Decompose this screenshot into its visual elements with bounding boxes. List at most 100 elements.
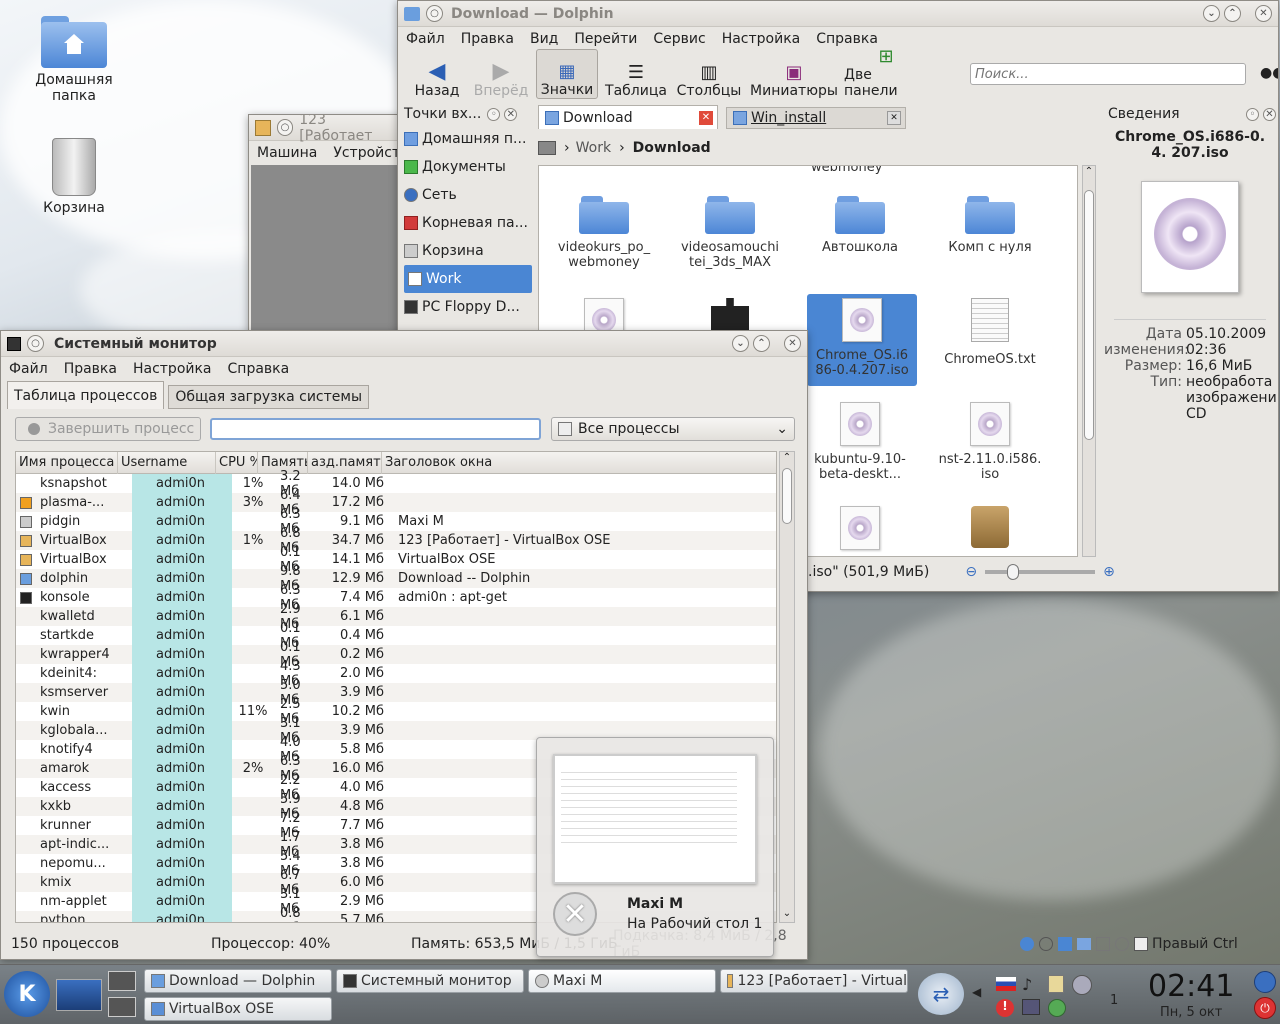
sysmon-titlebar[interactable]: ○ Системный монитор ⌄ ⌃ ✕: [1, 331, 807, 357]
pager-desktop-2[interactable]: [108, 971, 136, 991]
clock-date[interactable]: Пн, 5 окт: [1160, 1005, 1222, 1020]
scrollbar-thumb[interactable]: [782, 468, 792, 524]
places-close-icon[interactable]: ✕: [504, 107, 518, 121]
process-row[interactable]: ksmserver admi0n 5.0 Мб 3.9 Мб: [16, 678, 776, 708]
kill-process-button[interactable]: Завершить процесс: [15, 417, 201, 441]
view-icons-button[interactable]: ▦ Значки: [536, 49, 598, 99]
process-row[interactable]: kwin admi0n 11% 2.5 Мб 10.2 Мб: [16, 697, 776, 727]
breadcrumb-work[interactable]: Work: [576, 140, 611, 156]
dolphin-menu-edit[interactable]: Правка: [461, 31, 514, 47]
drive-icon[interactable]: [538, 141, 556, 155]
disk-icon[interactable]: [1020, 937, 1034, 951]
info-float-icon[interactable]: ◦: [1246, 107, 1259, 121]
sysmon-menu-edit[interactable]: Правка: [64, 361, 117, 377]
process-row[interactable]: VirtualBox admi0n 0.1 Мб 14.1 Мб VirtualBox …: [16, 545, 776, 575]
process-row[interactable]: VirtualBox admi0n 1% 6.8 Мб 34.7 Мб 123 [Рабо…: [16, 526, 776, 556]
window-menu-icon[interactable]: ○: [27, 335, 44, 352]
tray-expand-icon[interactable]: ◀: [972, 985, 981, 999]
virtualbox-titlebar[interactable]: ○ 123 [Работает: [249, 115, 407, 144]
file-item-text[interactable]: ChromeOS.txt: [931, 298, 1049, 367]
process-row[interactable]: kdeinit4: admi0n 4.3 Мб 2.0 Мб: [16, 659, 776, 689]
file-item-folder[interactable]: Автошкола: [801, 194, 919, 255]
mouse-integration-icon[interactable]: [1115, 937, 1129, 951]
sysmon-menu-file[interactable]: Файл: [9, 361, 48, 377]
places-item-documents[interactable]: Документы: [404, 153, 532, 181]
vbox-menu-devices[interactable]: Устройст: [333, 145, 400, 161]
file-item-folder[interactable]: videosamouchi tei_3ds_MAX: [671, 194, 789, 270]
dolphin-menu-settings[interactable]: Настройка: [722, 31, 801, 47]
zoom-out-icon[interactable]: ⊖: [965, 564, 977, 580]
sysmon-menu-help[interactable]: Справка: [228, 361, 290, 377]
window-menu-icon[interactable]: ○: [426, 5, 443, 22]
binoculars-icon[interactable]: ●●: [1260, 65, 1278, 81]
minimize-icon[interactable]: ⌄: [732, 335, 749, 352]
desktop-icon-home[interactable]: Домашняя папка: [14, 12, 134, 104]
device-notifier-icon[interactable]: ⇄: [918, 973, 964, 1015]
tab-close-icon[interactable]: ✕: [887, 111, 901, 125]
file-item-folder[interactable]: videokurs_po_ webmoney: [545, 194, 663, 270]
file-item-chrome-os-iso[interactable]: Chrome_OS.i6 86-0.4.207.iso: [807, 294, 917, 386]
process-row[interactable]: startkde admi0n 0.1 Мб 0.4 Мб: [16, 621, 776, 651]
file-item-package[interactable]: [931, 506, 1049, 548]
process-row[interactable]: kwalletd admi0n 2.9 Мб 6.1 Мб: [16, 602, 776, 632]
scrollbar-thumb[interactable]: [1084, 190, 1094, 440]
sysmon-menu-settings[interactable]: Настройка: [133, 361, 212, 377]
places-float-icon[interactable]: ◦: [487, 107, 501, 121]
virtualbox-screen[interactable]: [251, 165, 407, 333]
task-virtualbox-ose[interactable]: VirtualBox OSE: [144, 997, 332, 1021]
column-window-title[interactable]: Заголовок окна: [382, 452, 776, 474]
places-item-root[interactable]: Корневая па...: [404, 209, 532, 237]
cd-icon[interactable]: [1039, 937, 1053, 951]
dolphin-menu-go[interactable]: Перейти: [574, 31, 637, 47]
scroll-up-icon[interactable]: ⌃: [1083, 166, 1095, 180]
keyboard-layout-icon[interactable]: [996, 977, 1016, 991]
process-row[interactable]: ksnapshot admi0n 1% 3.2 Мб 14.0 Мб: [16, 469, 776, 499]
previews-button[interactable]: ▣ Миниатюры: [750, 49, 838, 100]
klipper-icon[interactable]: [1048, 999, 1066, 1017]
scroll-down-icon[interactable]: ⌄: [780, 908, 794, 922]
shared-folder-icon[interactable]: [1077, 938, 1091, 950]
dolphin-menu-help[interactable]: Справка: [816, 31, 878, 47]
file-item-folder[interactable]: Комп с нуля: [931, 194, 1049, 255]
scroll-up-icon[interactable]: ⌃: [780, 452, 794, 466]
process-row[interactable]: dolphin admi0n 9.8 Мб 12.9 Мб Download -- Do…: [16, 564, 776, 594]
clock-time[interactable]: 02:41: [1148, 969, 1234, 1004]
volume-icon[interactable]: ♪: [1022, 975, 1032, 994]
maximize-icon[interactable]: ⌃: [1224, 5, 1241, 22]
tab-process-table[interactable]: Таблица процессов: [7, 381, 165, 409]
pager-desktop-1[interactable]: [56, 979, 102, 1011]
task-system-monitor[interactable]: Системный монитор: [336, 969, 524, 993]
usb-icon[interactable]: [1096, 937, 1110, 951]
kde-menu-button[interactable]: K: [4, 971, 50, 1017]
dolphin-menu-view[interactable]: Вид: [530, 31, 558, 47]
file-item-iso[interactable]: nst-2.11.0.i586. iso: [931, 402, 1049, 482]
file-view-scrollbar[interactable]: ⌃: [1082, 165, 1096, 557]
close-icon[interactable]: ✕: [784, 335, 801, 352]
column-name[interactable]: Имя процесса: [16, 452, 118, 474]
process-filter-select[interactable]: Все процессы ⌄: [551, 417, 795, 441]
network-manager-icon[interactable]: [1022, 999, 1040, 1015]
file-item-iso[interactable]: [801, 506, 919, 550]
split-view-button[interactable]: ⊞ Две панели: [844, 47, 928, 100]
search-input[interactable]: [970, 63, 1246, 85]
forward-button[interactable]: ▶ Вперёд: [472, 49, 530, 100]
view-table-button[interactable]: ☰ Таблица: [604, 49, 668, 100]
lock-screen-icon[interactable]: [1254, 971, 1276, 993]
places-item-work[interactable]: Work: [404, 265, 532, 293]
logout-icon[interactable]: ⏻: [1254, 997, 1276, 1019]
tab-system-load[interactable]: Общая загрузка системы: [168, 385, 369, 409]
places-item-network[interactable]: Сеть: [404, 181, 532, 209]
process-row[interactable]: konsole admi0n 6.3 Мб 7.4 Мб admi0n : apt-ge…: [16, 583, 776, 613]
maximize-icon[interactable]: ⌃: [753, 335, 770, 352]
back-button[interactable]: ◀ Назад: [408, 49, 466, 100]
process-table-scrollbar[interactable]: ⌃ ⌄: [779, 451, 795, 923]
zoom-slider-handle[interactable]: [1007, 564, 1020, 580]
minimize-icon[interactable]: ⌄: [1203, 5, 1220, 22]
info-close-icon[interactable]: ✕: [1263, 107, 1276, 121]
process-filter-input[interactable]: [210, 418, 541, 440]
zoom-slider[interactable]: [985, 564, 1096, 580]
column-cpu[interactable]: CPU %: [216, 452, 258, 474]
places-item-floppy[interactable]: PC Floppy D...: [404, 293, 532, 321]
file-item-iso[interactable]: kubuntu-9.10- beta-deskt...: [801, 402, 919, 482]
tab-win-install[interactable]: Win_install ✕: [726, 107, 906, 129]
